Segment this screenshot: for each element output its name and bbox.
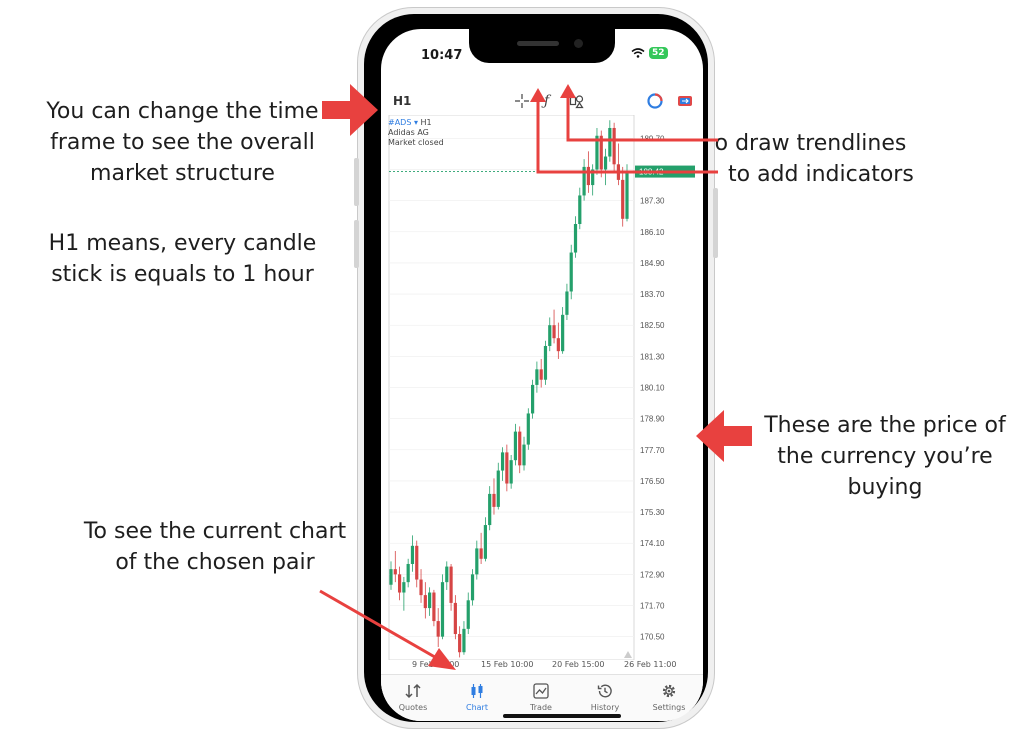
chart-tab-arrow xyxy=(319,589,456,670)
timeframe-arrow xyxy=(322,84,378,136)
indicators-arrow xyxy=(530,88,718,174)
annotation-arrows xyxy=(319,84,752,670)
price-axis-arrow xyxy=(696,410,752,462)
trendlines-arrow xyxy=(560,84,718,142)
